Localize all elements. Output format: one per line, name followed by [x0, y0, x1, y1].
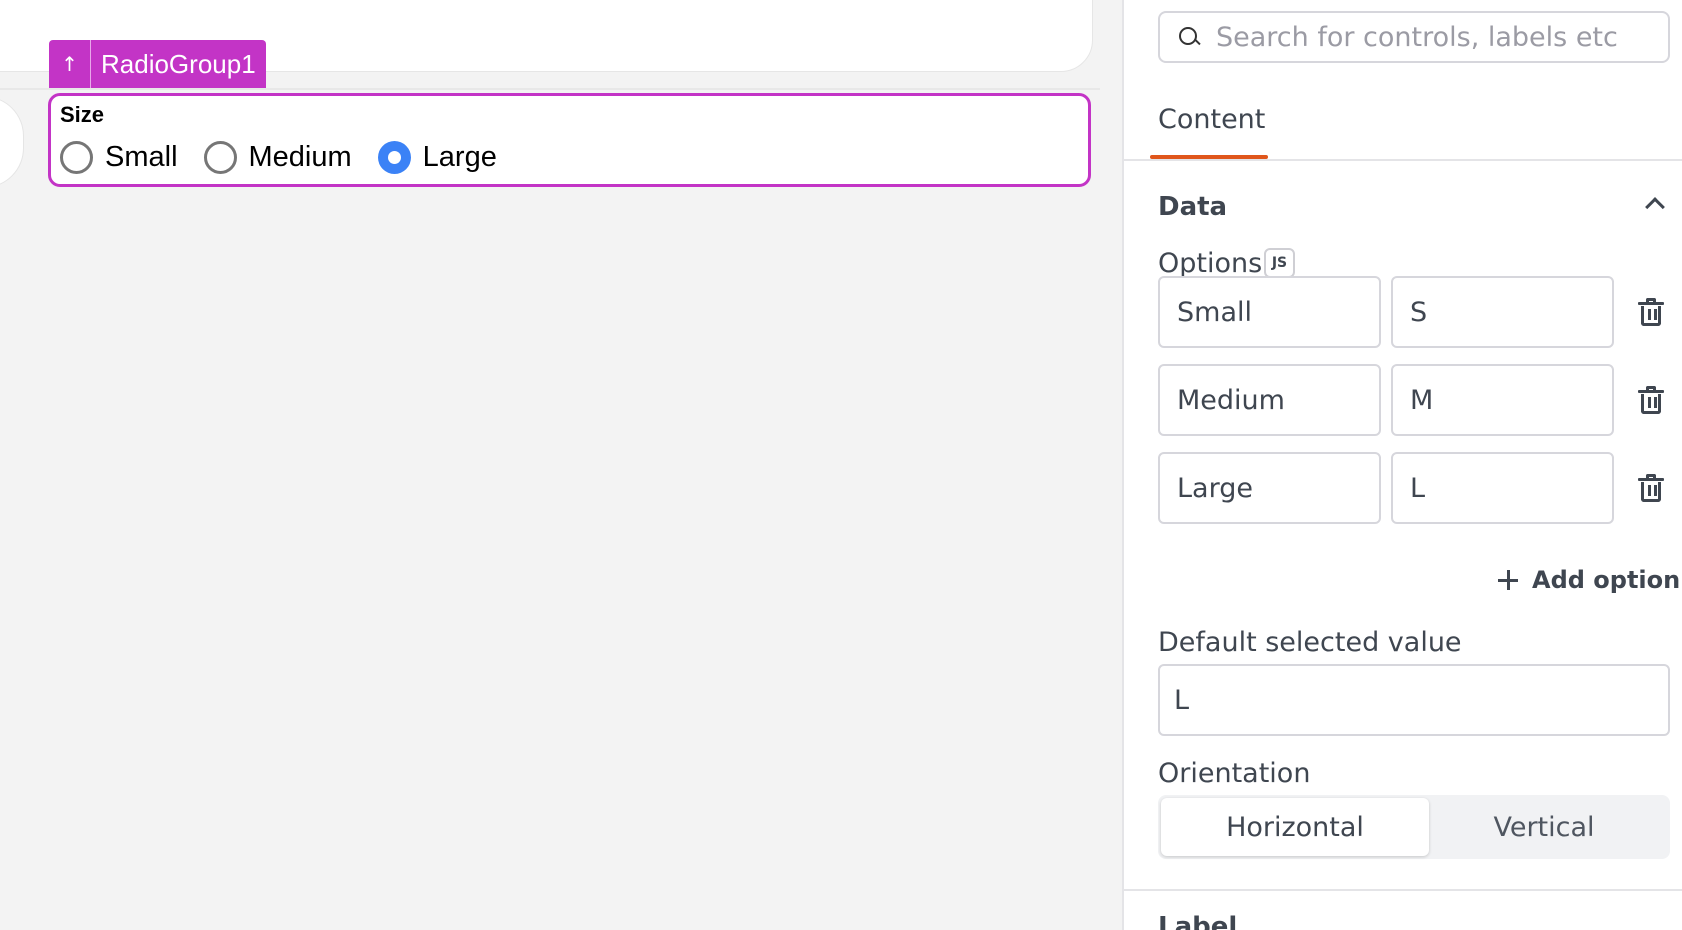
section-title-label[interactable]: Label [1158, 912, 1237, 930]
search-icon [1178, 26, 1200, 48]
canvas-card-edge [0, 96, 24, 188]
default-value-label: Default selected value [1158, 627, 1462, 658]
add-option-button[interactable]: Add option [1498, 566, 1680, 594]
canvas: ↑ RadioGroup1 Size Small Medium Large [0, 0, 1122, 930]
search-input[interactable] [1216, 21, 1656, 53]
delete-option-icon[interactable] [1638, 386, 1664, 414]
option-label-input[interactable]: Medium [1158, 364, 1381, 436]
radio-option-label: Medium [248, 141, 352, 173]
tab-content[interactable]: Content [1158, 104, 1265, 135]
orientation-toggle[interactable]: Horizontal Vertical [1158, 795, 1670, 859]
delete-option-icon[interactable] [1638, 474, 1664, 502]
radio-group-widget[interactable]: Size Small Medium Large [48, 93, 1091, 187]
select-parent-arrow-icon[interactable]: ↑ [49, 40, 91, 88]
option-value-input[interactable]: L [1391, 452, 1614, 524]
section-title-data[interactable]: Data [1158, 192, 1227, 222]
option-label-input[interactable]: Small [1158, 276, 1381, 348]
add-option-label: Add option [1532, 566, 1681, 594]
radio-button[interactable] [60, 141, 93, 174]
option-label-input[interactable]: Large [1158, 452, 1381, 524]
section-divider [1124, 889, 1682, 891]
radio-option-label: Small [105, 141, 178, 173]
option-row: Large L [1158, 452, 1678, 524]
radio-option-medium[interactable]: Medium [203, 141, 352, 174]
widget-name-tag[interactable]: ↑ RadioGroup1 [49, 40, 266, 88]
orientation-vertical-button[interactable]: Vertical [1410, 798, 1678, 856]
property-panel: Content Data Options JS Small S Medium M… [1122, 0, 1682, 930]
options-label: Options [1158, 248, 1263, 279]
tab-divider [1124, 159, 1682, 161]
radio-group-options: Small Medium Large [60, 141, 523, 174]
default-value-input[interactable]: L [1158, 664, 1670, 736]
radio-group-label: Size [60, 102, 105, 127]
orientation-horizontal-button[interactable]: Horizontal [1161, 798, 1429, 856]
option-row: Medium M [1158, 364, 1678, 436]
radio-button-checked[interactable] [377, 141, 411, 174]
radio-option-small[interactable]: Small [60, 141, 178, 174]
plus-icon [1498, 570, 1518, 590]
radio-button[interactable] [203, 141, 237, 174]
js-toggle-button[interactable]: JS [1264, 248, 1295, 278]
radio-option-label: Large [422, 141, 497, 173]
option-value-input[interactable]: M [1391, 364, 1614, 436]
widget-name[interactable]: RadioGroup1 [91, 40, 266, 88]
option-row: Small S [1158, 276, 1678, 348]
canvas-divider [0, 88, 1100, 90]
delete-option-icon[interactable] [1638, 298, 1664, 326]
search-box[interactable] [1158, 11, 1670, 63]
chevron-up-icon[interactable] [1645, 197, 1665, 217]
radio-option-large[interactable]: Large [377, 141, 497, 174]
orientation-label: Orientation [1158, 758, 1311, 789]
option-value-input[interactable]: S [1391, 276, 1614, 348]
